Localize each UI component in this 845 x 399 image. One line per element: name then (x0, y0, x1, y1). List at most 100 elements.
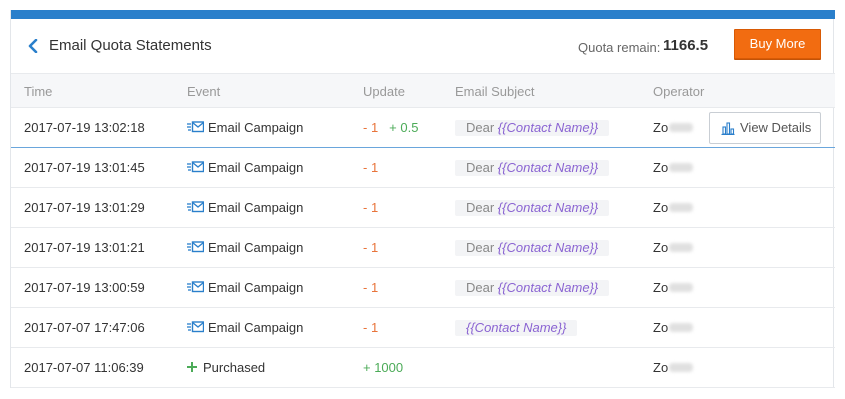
accent-bar (11, 10, 835, 19)
column-email-subject: Email Subject (455, 84, 535, 99)
table-header: Time Event Update Email Subject Operator (11, 73, 835, 108)
email-campaign-icon (187, 321, 204, 333)
email-subject: {{Contact Name}} (455, 320, 578, 336)
bar-chart-icon (721, 122, 735, 135)
header: Email Quota Statements Quota remain: 116… (11, 19, 835, 73)
email-subject: Dear {{Contact Name}} (455, 200, 610, 216)
operator-name: Zo (653, 360, 669, 375)
email-subject: Dear {{Contact Name}} (455, 240, 610, 256)
operator-name: Zo (653, 160, 669, 175)
redacted-name (669, 243, 694, 252)
quota-remain-label: Quota remain: (578, 40, 661, 55)
subject-variable: {{Contact Name}} (497, 240, 599, 255)
operator-cell: Zo (653, 160, 694, 175)
view-details-button[interactable]: View Details (709, 112, 821, 144)
redacted-name (669, 123, 694, 132)
operator-name: Zo (653, 240, 669, 255)
table-row: 2017-07-07 17:47:06 Email Campaign - 1 {{Co… (11, 308, 835, 348)
subject-prefix: Dear (466, 160, 498, 175)
subject-prefix: Dear (466, 200, 498, 215)
time-cell: 2017-07-19 13:01:21 (24, 240, 145, 255)
redacted-name (669, 163, 694, 172)
update-positive: + 0.5 (389, 120, 419, 135)
event-cell: Email Campaign (187, 160, 303, 175)
update-negative: - 1 (363, 240, 379, 255)
operator-cell: Zo (653, 280, 694, 295)
email-campaign-icon (187, 241, 204, 253)
page-title: Email Quota Statements (49, 37, 212, 54)
update-positive: + 1000 (363, 360, 404, 375)
update-negative: - 1 (363, 200, 379, 215)
operator-cell: Zo (653, 360, 694, 375)
column-event: Event (187, 84, 221, 99)
time-cell: 2017-07-07 17:47:06 (24, 320, 145, 335)
redacted-name (669, 323, 694, 332)
event-label: Email Campaign (208, 240, 304, 255)
table-row: 2017-07-19 13:00:59 Email Campaign - 1 Dear… (11, 268, 835, 308)
subject-prefix: Dear (466, 240, 498, 255)
operator-name: Zo (653, 320, 669, 335)
column-time: Time (24, 84, 53, 99)
operator-name: Zo (653, 120, 669, 135)
chevron-left-icon[interactable] (26, 39, 40, 53)
table-row: 2017-07-19 13:01:45 Email Campaign - 1 Dear… (11, 148, 835, 188)
event-cell: Email Campaign (187, 240, 303, 255)
update-cell: - 1 + 0.5 (363, 120, 418, 135)
update-negative: - 1 (363, 120, 379, 135)
update-negative: - 1 (363, 280, 379, 295)
operator-name: Zo (653, 200, 669, 215)
update-cell: - 1 (363, 320, 378, 335)
update-cell: + 1000 (363, 360, 403, 375)
event-cell: Email Campaign (187, 280, 303, 295)
event-label: Email Campaign (208, 160, 304, 175)
subject-variable: {{Contact Name}} (497, 160, 599, 175)
redacted-name (669, 203, 694, 212)
update-cell: - 1 (363, 240, 378, 255)
column-operator: Operator (653, 84, 705, 99)
update-negative: - 1 (363, 160, 379, 175)
table-row: 2017-07-07 11:06:39 Purchased + 1000 Zo (11, 348, 835, 388)
update-cell: - 1 (363, 160, 378, 175)
event-cell: Email Campaign (187, 200, 303, 215)
email-subject: Dear {{Contact Name}} (455, 120, 610, 136)
event-label: Email Campaign (208, 200, 304, 215)
subject-prefix: Dear (466, 280, 498, 295)
view-details-label: View Details (740, 120, 812, 135)
operator-cell: Zo (653, 320, 694, 335)
operator-cell: Zo (653, 200, 694, 215)
update-cell: - 1 (363, 280, 378, 295)
event-cell: Email Campaign (187, 320, 303, 335)
table-row: 2017-07-19 13:02:18 Email Campaign - 1 + 0.… (11, 108, 835, 148)
subject-prefix: Dear (466, 120, 498, 135)
subject-variable: {{Contact Name}} (497, 120, 599, 135)
buy-more-button[interactable]: Buy More (734, 29, 821, 59)
time-cell: 2017-07-19 13:01:45 (24, 160, 145, 175)
redacted-name (669, 363, 694, 372)
update-negative: - 1 (363, 320, 379, 335)
quota-statements-panel: Email Quota Statements Quota remain: 116… (10, 10, 835, 388)
subject-variable: {{Contact Name}} (497, 280, 599, 295)
email-subject: Dear {{Contact Name}} (455, 280, 610, 296)
event-cell: Email Campaign (187, 120, 303, 135)
update-cell: - 1 (363, 200, 378, 215)
email-campaign-icon (187, 201, 204, 213)
event-label: Email Campaign (208, 320, 304, 335)
time-cell: 2017-07-07 11:06:39 (24, 360, 144, 375)
email-campaign-icon (187, 281, 204, 293)
operator-cell: Zo (653, 120, 694, 135)
email-subject: Dear {{Contact Name}} (455, 160, 610, 176)
email-campaign-icon (187, 121, 204, 133)
column-update: Update (363, 84, 405, 99)
time-cell: 2017-07-19 13:01:29 (24, 200, 145, 215)
quota-remain-value: 1166.5 (663, 37, 709, 54)
event-label: Email Campaign (208, 280, 304, 295)
event-label: Email Campaign (208, 120, 304, 135)
table-row: 2017-07-19 13:01:21 Email Campaign - 1 Dear… (11, 228, 835, 268)
table-row: 2017-07-19 13:01:29 Email Campaign - 1 Dear… (11, 188, 835, 228)
redacted-name (669, 283, 694, 292)
operator-name: Zo (653, 280, 669, 295)
email-campaign-icon (187, 161, 204, 173)
time-cell: 2017-07-19 13:02:18 (24, 120, 145, 135)
plus-icon (187, 362, 197, 372)
subject-variable: {{Contact Name}} (497, 200, 599, 215)
